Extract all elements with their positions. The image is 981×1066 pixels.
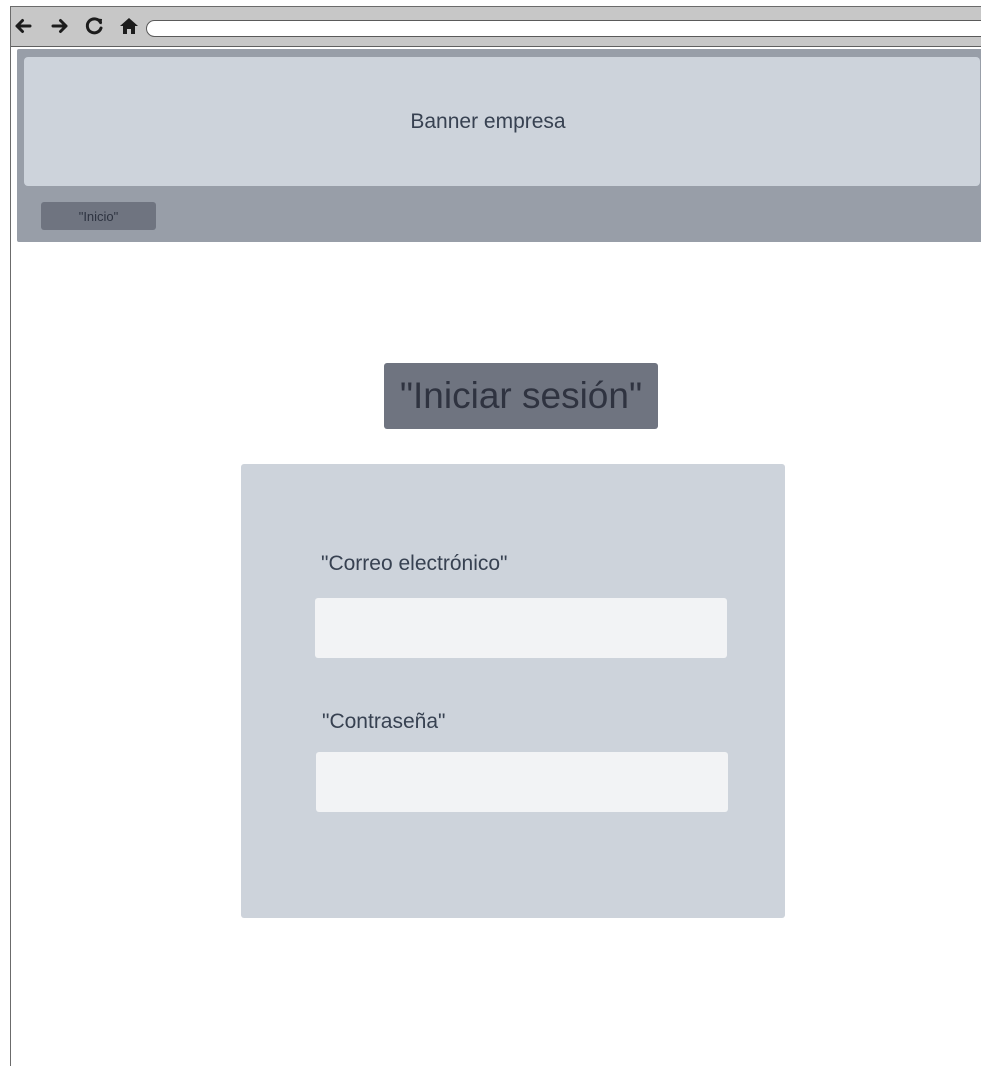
password-field[interactable] bbox=[316, 752, 728, 812]
banner-text: Banner empresa bbox=[410, 109, 566, 133]
email-label: "Correo electrónico" bbox=[321, 552, 508, 575]
back-arrow-icon[interactable] bbox=[13, 16, 33, 36]
home-icon[interactable] bbox=[119, 16, 139, 36]
address-bar[interactable] bbox=[146, 20, 981, 37]
email-field[interactable] bbox=[315, 598, 727, 658]
browser-toolbar bbox=[11, 7, 981, 47]
page-title: "Iniciar sesión" bbox=[384, 363, 658, 429]
forward-arrow-icon[interactable] bbox=[50, 16, 70, 36]
login-form: "Correo electrónico" "Contraseña" bbox=[241, 464, 785, 918]
site-header: Banner empresa "Inicio" bbox=[17, 49, 981, 242]
browser-window: Banner empresa "Inicio" "Iniciar sesión"… bbox=[10, 6, 981, 1066]
reload-icon[interactable] bbox=[85, 16, 105, 36]
password-label: "Contraseña" bbox=[322, 710, 446, 733]
nav-item-inicio[interactable]: "Inicio" bbox=[41, 202, 156, 230]
company-banner: Banner empresa bbox=[24, 57, 980, 186]
